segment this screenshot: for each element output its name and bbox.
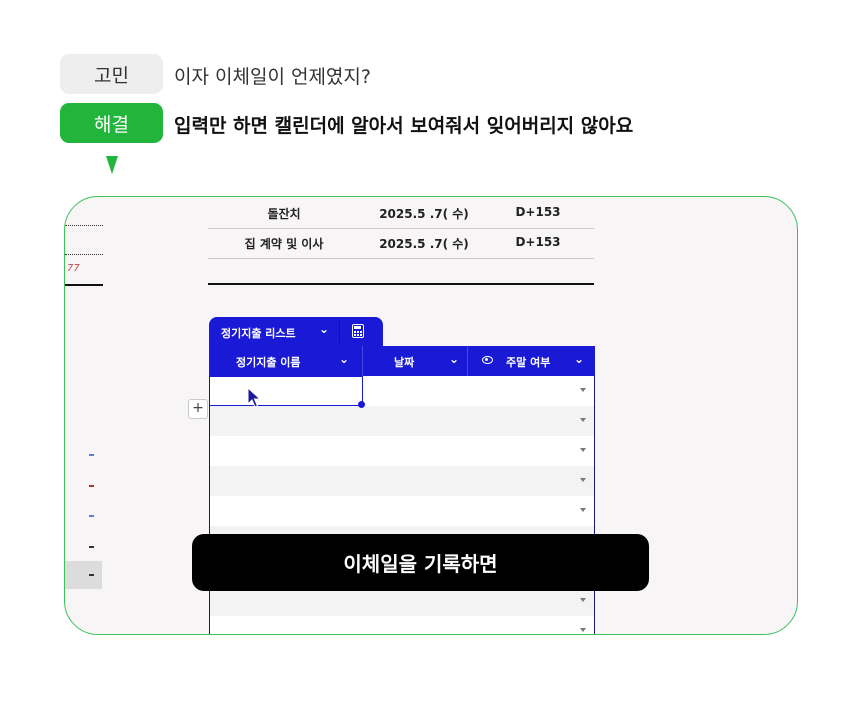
eye-icon [482, 356, 493, 364]
mouse-cursor-icon [247, 387, 262, 408]
dropdown-caret-icon[interactable] [580, 388, 586, 392]
problem-tag: 고민 [60, 54, 163, 94]
left-dotted-line [65, 254, 103, 255]
dropdown-caret-icon[interactable] [580, 598, 586, 602]
tab-title: 정기지출 리스트 [221, 327, 296, 340]
column-header-weekend[interactable]: 주말 여부 ⌄ [467, 346, 596, 376]
left-divider [65, 284, 103, 286]
summary-dday: D+153 [515, 235, 561, 249]
problem-text: 이자 이체일이 언제였지? [174, 66, 371, 88]
summary-name: 집 계약 및 이사 [244, 237, 324, 251]
dropdown-caret-icon[interactable] [580, 448, 586, 452]
left-marker [89, 454, 94, 456]
chevron-down-icon[interactable]: ⌄ [449, 352, 459, 366]
summary-row: 집 계약 및 이사 2025.5 .7( 수) D+153 [208, 228, 594, 259]
summary-name: 돌잔치 [267, 207, 301, 221]
column-header-name[interactable]: 정기지출 이름 ⌄ [209, 346, 362, 376]
tab-divider [339, 320, 340, 343]
column-label: 주말 여부 [506, 356, 551, 369]
column-header-date[interactable]: 날짜 ⌄ [362, 346, 468, 376]
solution-tag: 해결 [60, 103, 163, 143]
section-divider [208, 283, 594, 285]
dropdown-caret-icon[interactable] [580, 628, 586, 632]
table-row[interactable] [210, 466, 594, 496]
left-number: 77 [67, 263, 80, 274]
solution-text: 입력만 하면 캘린더에 알아서 보여줘서 잊어버리지 않아요 [174, 115, 634, 137]
add-row-button[interactable]: + [188, 399, 208, 419]
table-row[interactable] [210, 496, 594, 526]
chevron-down-icon[interactable]: ⌄ [339, 352, 349, 366]
left-marker [89, 485, 94, 487]
left-marker [89, 515, 94, 517]
caption-banner: 이체일을 기록하면 [192, 534, 649, 591]
table-row[interactable] [210, 616, 594, 634]
chevron-down-icon[interactable]: ⌄ [574, 352, 584, 366]
table-body [209, 376, 595, 634]
selected-cell[interactable] [210, 376, 363, 406]
table-row[interactable] [210, 436, 594, 466]
fill-handle[interactable] [358, 401, 365, 408]
table-row[interactable] [210, 406, 594, 436]
table-header: 정기지출 이름 ⌄ 날짜 ⌄ 주말 여부 ⌄ [209, 346, 595, 376]
left-dotted-line [65, 225, 103, 226]
column-label: 정기지출 이름 [236, 356, 301, 369]
down-arrow-icon [106, 156, 118, 174]
column-label: 날짜 [394, 356, 415, 369]
left-cell[interactable] [65, 561, 102, 589]
summary-row: 돌잔치 2025.5 .7( 수) D+153 [208, 198, 594, 229]
dropdown-caret-icon[interactable] [580, 478, 586, 482]
dropdown-caret-icon[interactable] [580, 418, 586, 422]
left-marker [89, 546, 94, 548]
chevron-down-icon[interactable]: ⌄ [319, 322, 329, 336]
summary-dday: D+153 [515, 205, 561, 219]
calculator-icon[interactable] [352, 324, 364, 338]
dropdown-caret-icon[interactable] [580, 508, 586, 512]
summary-date: 2025.5 .7( 수) [379, 237, 469, 251]
table-tab[interactable]: 정기지출 리스트 ⌄ [209, 317, 383, 346]
summary-date: 2025.5 .7( 수) [379, 207, 469, 221]
